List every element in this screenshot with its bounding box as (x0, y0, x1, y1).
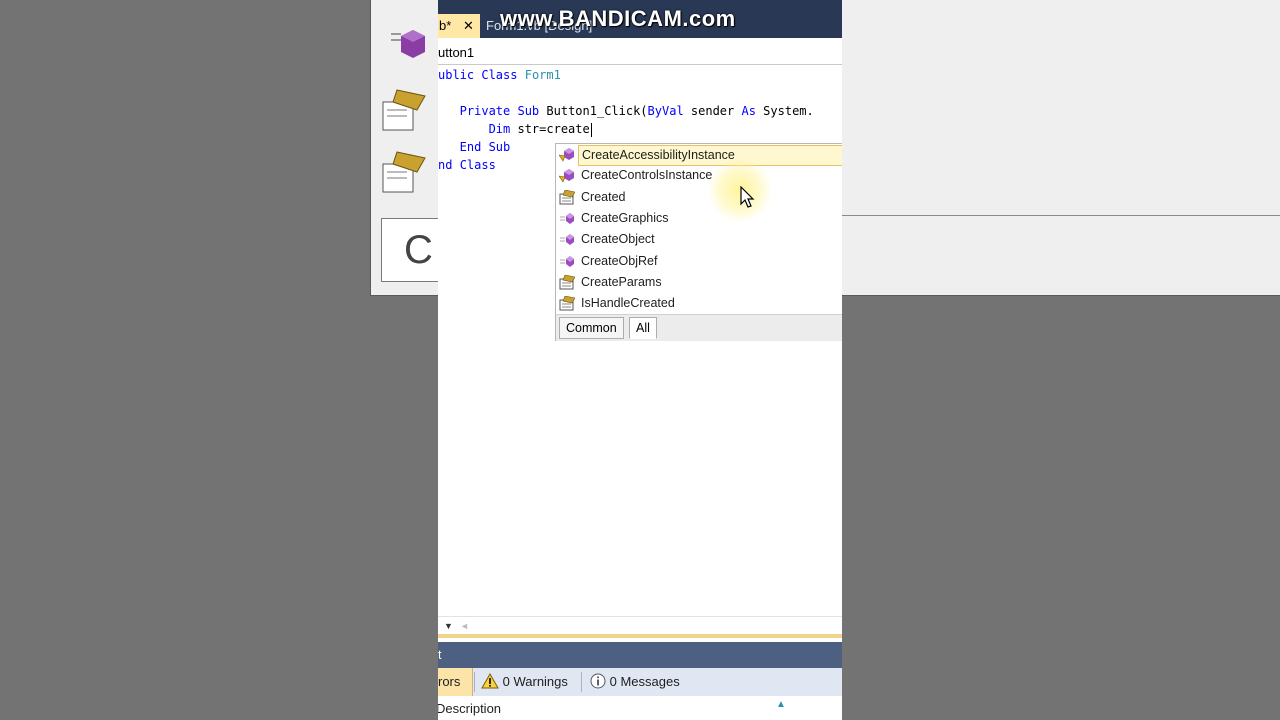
intellisense-item-label: CreateGraphics (581, 210, 669, 225)
intellisense-item[interactable]: CreateObject (556, 229, 842, 250)
method-protected-icon (558, 168, 575, 183)
intellisense-item-label: CreateControlsInstance (581, 168, 713, 183)
code-token: As (741, 104, 764, 118)
code-token: Dim (438, 122, 518, 136)
scroll-dropdown-icon[interactable]: ▼ (444, 621, 453, 631)
code-token: Sub (517, 104, 547, 118)
method-icon (559, 232, 575, 247)
document-tab-bar: b* ✕ Form1.vb [Design] www.BANDICAM.com (438, 0, 842, 38)
code-token: Form1 (524, 68, 561, 82)
intellisense-item-label: Created (581, 189, 626, 204)
method-protected-icon (558, 147, 575, 162)
divider (842, 215, 1280, 216)
error-list-title: t (438, 648, 442, 662)
warning-icon (481, 672, 499, 689)
intellisense-item-label: CreateObject (581, 232, 655, 247)
property-icon (559, 274, 576, 290)
warnings-filter-button[interactable]: 0 Warnings (481, 668, 568, 696)
tab-common[interactable]: Common (559, 317, 624, 339)
property-icon (559, 189, 576, 205)
info-icon (590, 673, 606, 689)
intellisense-item[interactable]: CreateAccessibilityInstance (556, 144, 842, 166)
form-component-icon (382, 151, 426, 193)
property-icon (559, 295, 576, 311)
intellisense-footer: Common All (556, 314, 842, 341)
breadcrumb-label: utton1 (438, 45, 475, 60)
code-token: str=create (517, 122, 590, 136)
divider (474, 672, 475, 692)
horizontal-scrollbar[interactable]: ▼ ◄ (438, 616, 842, 635)
code-token: Sub (488, 140, 511, 154)
code-token: End (438, 140, 489, 154)
tab-code-file-label: b* (439, 18, 452, 33)
sort-ascending-icon: ▲ (776, 699, 786, 710)
intellisense-item[interactable]: IsHandleCreated (556, 293, 842, 314)
code-line[interactable]: ublic Class Form1 (438, 66, 561, 84)
properties-panel (842, 0, 1280, 296)
code-line[interactable]: Dim str=create (438, 120, 592, 138)
code-editor-window: b* ✕ Form1.vb [Design] www.BANDICAM.com … (438, 0, 842, 720)
intellisense-item[interactable]: CreateParams (556, 272, 842, 293)
error-list-header: Description ▲ (438, 696, 842, 720)
divider (581, 672, 582, 692)
toolbox-panel: C (370, 0, 441, 296)
code-token: sender (690, 104, 742, 118)
watermark: www.BANDICAM.com (500, 6, 736, 31)
breadcrumb[interactable]: utton1 (438, 40, 842, 65)
letter-box: C (381, 218, 441, 282)
intellisense-item[interactable]: CreateControlsInstance (556, 165, 842, 186)
errors-filter-button[interactable]: rors (438, 668, 473, 696)
code-line[interactable]: Private Sub Button1_Click(ByVal sender A… (438, 102, 814, 120)
intellisense-item-label: CreateParams (581, 274, 662, 289)
method-icon (559, 211, 575, 226)
intellisense-item-label: CreateAccessibilityInstance (578, 145, 842, 166)
code-line[interactable]: End Sub (438, 138, 511, 156)
mouse-pointer-icon (740, 186, 755, 208)
errors-label: rors (438, 674, 461, 689)
intellisense-item-label: IsHandleCreated (581, 296, 675, 311)
code-token: System. (763, 104, 814, 118)
code-token: Private (438, 104, 518, 118)
column-description[interactable]: Description (438, 696, 501, 720)
code-token: nd (438, 158, 460, 172)
divider (438, 634, 842, 638)
close-icon[interactable]: ✕ (463, 14, 474, 38)
method-icon (559, 254, 575, 269)
code-token: Class (459, 158, 496, 172)
intellisense-item[interactable]: CreateGraphics (556, 208, 842, 229)
code-token: Button1_Click( (546, 104, 648, 118)
text-caret (590, 122, 592, 137)
messages-filter-button[interactable]: 0 Messages (590, 668, 680, 696)
form-component-icon (382, 89, 426, 131)
warnings-label: 0 Warnings (502, 674, 568, 689)
code-token: Class (481, 68, 525, 82)
tab-code-file[interactable]: b* ✕ (438, 14, 480, 38)
code-token: ublic (438, 68, 482, 82)
intellisense-popup[interactable]: CreateAccessibilityInstance CreateControl… (555, 143, 842, 341)
code-token: ByVal (647, 104, 691, 118)
intellisense-item[interactable]: Created (556, 187, 842, 208)
scroll-left-icon[interactable]: ◄ (460, 621, 469, 631)
code-line[interactable]: nd Class (438, 156, 496, 174)
messages-label: 0 Messages (609, 674, 680, 689)
intellisense-item[interactable]: CreateObjRef (556, 251, 842, 272)
cube-icon (391, 30, 425, 58)
tab-all[interactable]: All (629, 317, 657, 339)
error-list-title-bar: t (438, 642, 842, 668)
intellisense-item-label: CreateObjRef (581, 253, 658, 268)
